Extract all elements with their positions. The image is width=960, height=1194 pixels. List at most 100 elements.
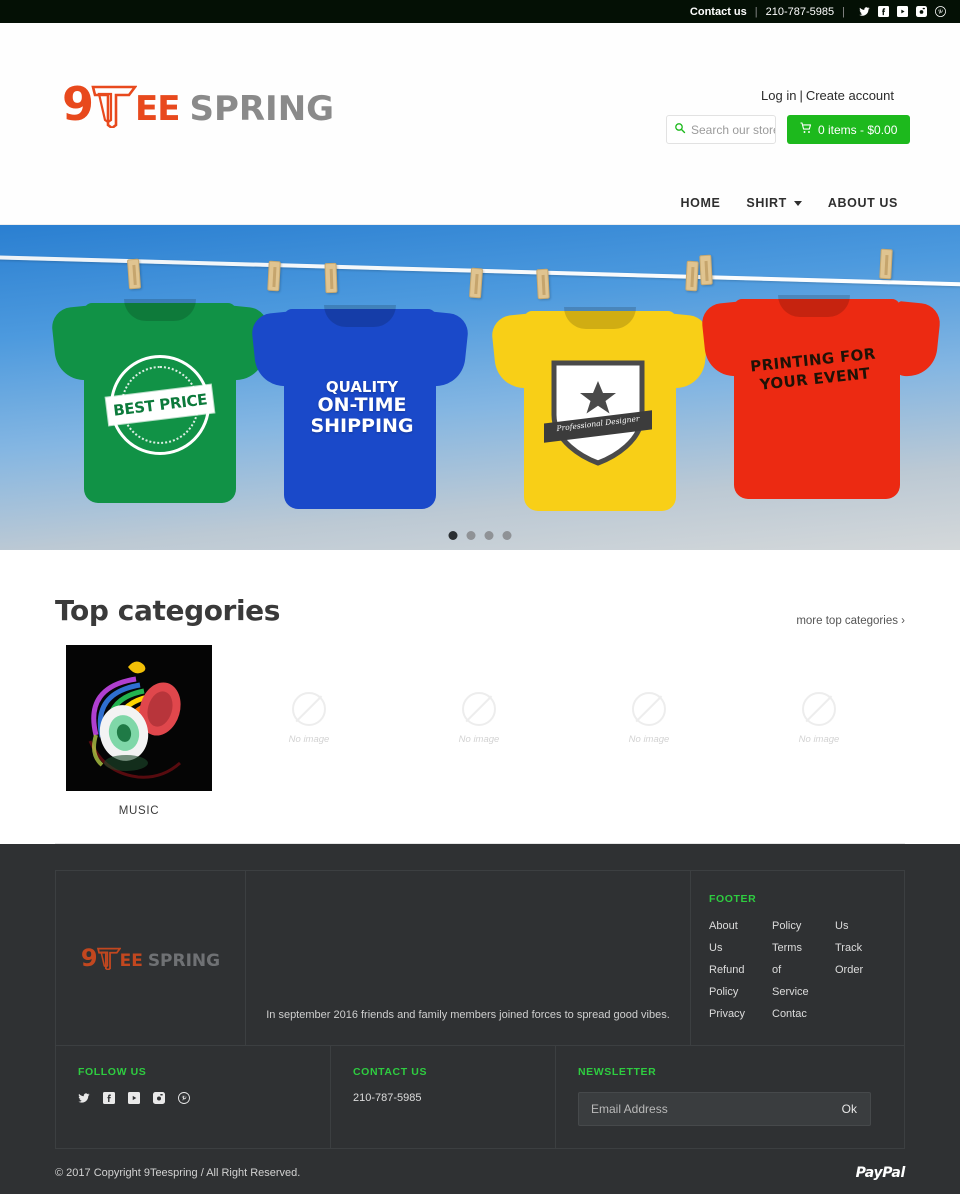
cart-button[interactable]: 0 items - $0.00 — [787, 115, 911, 144]
instagram-icon[interactable] — [153, 1091, 165, 1104]
top-bar: Contact us | 210-787-5985 | — [0, 0, 960, 23]
shirt-collar — [324, 305, 396, 327]
no-image-icon: No image — [798, 691, 840, 745]
facebook-icon[interactable] — [878, 6, 889, 17]
pinterest-icon[interactable] — [935, 6, 946, 17]
category-thumbnail-music — [66, 645, 212, 791]
professional-designer-badge: Professional Designer — [541, 355, 655, 467]
category-item-music[interactable]: MUSIC — [55, 645, 223, 817]
clothespin-2 — [267, 260, 281, 292]
clothespin-6 — [685, 260, 699, 292]
footer-link[interactable]: Us — [709, 941, 760, 957]
category-thumbnail-placeholder: No image — [576, 645, 722, 791]
topbar-divider-1: | — [754, 5, 758, 18]
footer-link[interactable]: of — [772, 963, 823, 979]
youtube-icon[interactable] — [128, 1091, 140, 1104]
main-navigation: HOME SHIRT ABOUT US — [681, 196, 898, 210]
pinterest-icon[interactable] — [178, 1091, 190, 1104]
instagram-icon[interactable] — [916, 6, 927, 17]
footer-link[interactable]: Terms — [772, 941, 823, 957]
footer-upper-row: 9 EE SPRING In september 2016 friends and … — [55, 870, 905, 1045]
category-item-3[interactable]: No image — [395, 645, 563, 805]
carousel-dot-2[interactable] — [466, 531, 476, 540]
no-image-icon: No image — [458, 691, 500, 745]
category-item-2[interactable]: No image — [225, 645, 393, 805]
clothespin-4 — [468, 267, 484, 299]
footer-logo[interactable]: 9 EE SPRING — [81, 946, 221, 971]
twitter-icon[interactable] — [859, 6, 870, 17]
nav-item-home[interactable]: HOME — [681, 196, 721, 210]
topbar-phone: 210-787-5985 — [765, 5, 835, 18]
footer-link[interactable]: Service — [772, 985, 823, 1001]
carousel-dot-3[interactable] — [484, 531, 494, 540]
hero-yellow-shirt: Professional Designer — [490, 285, 710, 523]
site-logo[interactable]: 9 EE SPRING — [62, 81, 334, 128]
nav-item-about-us[interactable]: ABOUT US — [828, 196, 898, 210]
search-box[interactable] — [666, 115, 776, 144]
category-item-5[interactable]: No image — [735, 645, 903, 805]
newsletter-submit-button[interactable]: Ok — [829, 1102, 870, 1116]
top-categories-section: Top categories more top categories › MUS… — [0, 550, 960, 844]
topbar-social-list — [859, 6, 946, 17]
footer-menu-cell: FOOTER About Us Refund Policy Privacy Po… — [691, 871, 904, 1045]
hero-carousel[interactable]: BEST PRICE QUALITY ON-TIME SHIPPING Prof… — [0, 225, 960, 550]
footer-link[interactable]: Policy — [709, 985, 760, 1001]
copyright-inner: © 2017 Copyright 9Teespring / All Right … — [55, 1165, 905, 1181]
logo-tee-mark-icon — [91, 84, 138, 128]
category-name: MUSIC — [118, 805, 160, 817]
footer-link[interactable]: Contac — [772, 1007, 823, 1023]
clothespin-7 — [699, 254, 713, 286]
footer-social-list — [78, 1091, 308, 1104]
category-thumbnail-placeholder: No image — [236, 645, 382, 791]
no-image-icon: No image — [629, 691, 669, 745]
category-item-4[interactable]: No image — [565, 645, 733, 805]
login-link[interactable]: Log in — [761, 88, 796, 103]
contact-us-link[interactable]: Contact us — [690, 6, 747, 18]
no-image-label: No image — [798, 733, 840, 745]
footer-about-cell: In september 2016 friends and family mem… — [246, 871, 691, 1045]
footer-menu-column-1: About Us Refund Policy Privacy — [709, 919, 760, 1023]
no-image-icon: No image — [289, 691, 329, 745]
footer-link[interactable]: Order — [835, 963, 886, 979]
carousel-dots[interactable] — [448, 531, 512, 540]
nav-home-label: HOME — [680, 196, 721, 210]
page-title: Top categories — [55, 594, 281, 627]
category-thumbnail-placeholder: No image — [406, 645, 552, 791]
footer-link[interactable]: Policy — [772, 919, 823, 935]
carousel-dot-1[interactable] — [448, 531, 458, 540]
create-account-link[interactable]: Create account — [806, 88, 894, 103]
newsletter-form[interactable]: Ok — [578, 1091, 871, 1126]
footer-link[interactable]: Us — [835, 919, 886, 935]
quality-line2: ON-TIME — [317, 394, 407, 417]
hero-green-shirt: BEST PRICE — [50, 277, 270, 507]
more-top-categories-link[interactable]: more top categories › — [796, 615, 905, 627]
logo-ee: EE — [135, 89, 180, 129]
account-links: Log in | Create account — [761, 88, 894, 103]
account-divider: | — [799, 88, 803, 103]
facebook-icon[interactable] — [103, 1091, 115, 1104]
no-image-circle-slash — [461, 691, 496, 726]
shirt-collar — [124, 299, 196, 321]
footer-link[interactable]: Refund — [709, 963, 760, 979]
footer-link[interactable]: About — [709, 919, 760, 935]
newsletter-email-input[interactable] — [579, 1101, 829, 1116]
newsletter-heading: NEWSLETTER — [578, 1065, 657, 1078]
footer-logo-spring: SPRING — [147, 950, 221, 971]
no-image-label: No image — [458, 733, 500, 745]
carousel-dot-4[interactable] — [502, 531, 512, 540]
clothespin-5 — [536, 268, 550, 300]
nav-item-shirt[interactable]: SHIRT — [746, 196, 802, 210]
youtube-icon[interactable] — [897, 6, 908, 17]
footer-link[interactable]: Track — [835, 941, 886, 957]
footer-phone: 210-787-5985 — [353, 1091, 422, 1104]
twitter-icon[interactable] — [78, 1092, 90, 1104]
category-list: MUSIC No image No image No image No imag… — [55, 645, 905, 844]
search-input[interactable] — [691, 122, 775, 137]
quality-shipping-text: QUALITY ON-TIME SHIPPING — [296, 379, 428, 436]
footer-link[interactable]: Privacy — [709, 1007, 760, 1023]
footer-logo-ee: EE — [119, 950, 143, 971]
clothespin-8 — [879, 248, 893, 280]
footer-menu-heading: FOOTER — [709, 893, 757, 905]
site-footer: 9 EE SPRING In september 2016 friends and … — [0, 844, 960, 1194]
footer-follow-cell: FOLLOW US — [56, 1045, 331, 1148]
